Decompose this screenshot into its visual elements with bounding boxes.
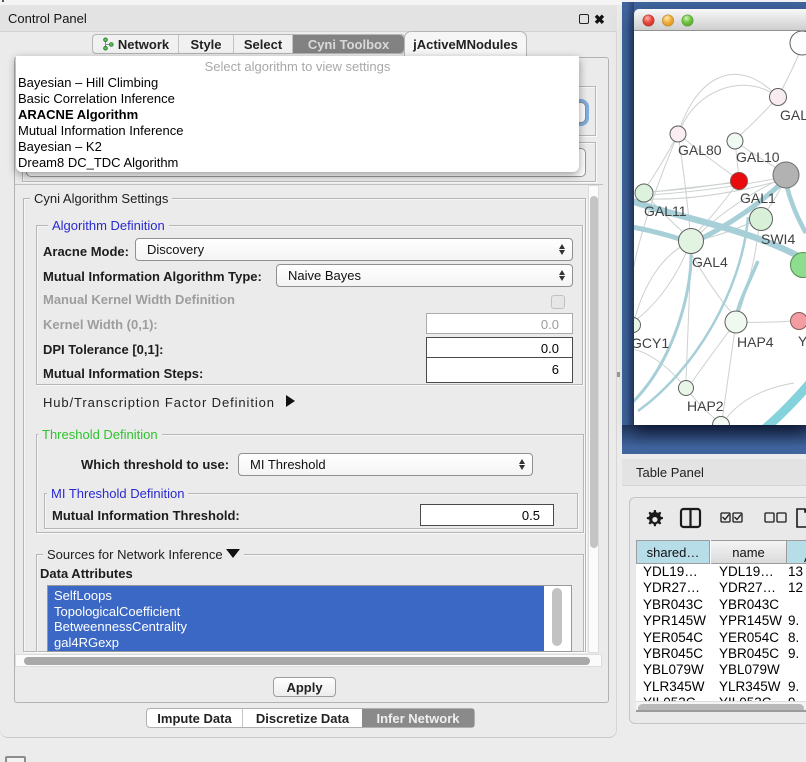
svg-text:Y: Y (798, 333, 806, 349)
svg-text:GAL1: GAL1 (740, 190, 776, 206)
svg-text:HAP4: HAP4 (737, 334, 774, 350)
svg-text:HAP2: HAP2 (687, 398, 724, 414)
svg-text:GCY1: GCY1 (634, 335, 669, 351)
svg-text:GAL80: GAL80 (678, 142, 722, 158)
svg-text:GAL11: GAL11 (644, 203, 687, 219)
svg-text:SWI4: SWI4 (761, 231, 795, 247)
svg-text:GAL: GAL (780, 107, 806, 123)
svg-text:GAL10: GAL10 (736, 149, 780, 165)
svg-text:GAL4: GAL4 (692, 254, 728, 270)
